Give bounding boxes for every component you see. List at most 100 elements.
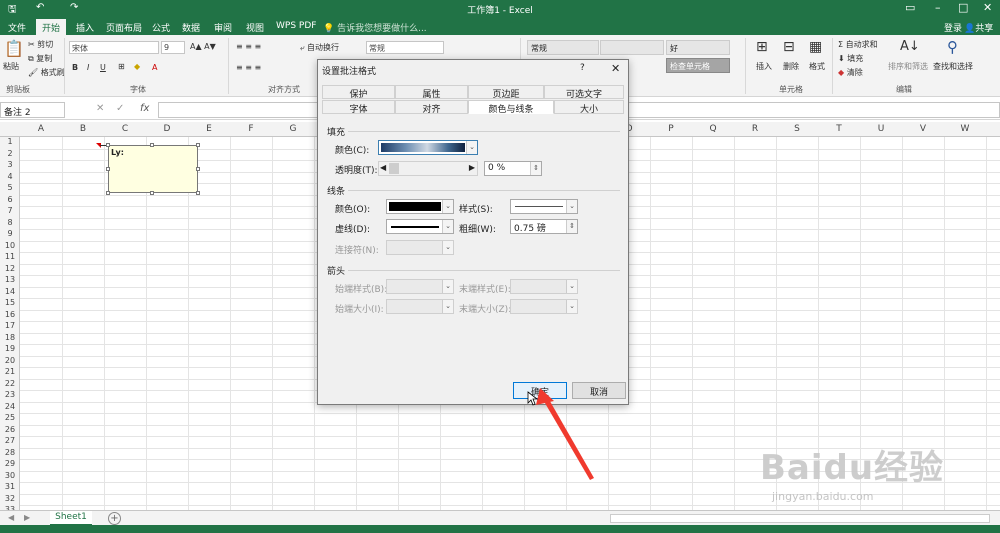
insert-cells-button[interactable]: 插入 (756, 61, 772, 72)
tab-view[interactable]: 视图 (246, 21, 264, 34)
comment-box[interactable]: Ly: (108, 145, 198, 193)
row-header[interactable]: 24 (0, 402, 20, 414)
increase-font-icon[interactable]: A▲ A▼ (190, 42, 216, 51)
find-icon[interactable]: ⚲ (947, 38, 958, 56)
row-header[interactable]: 10 (0, 241, 20, 253)
row-header[interactable]: 8 (0, 218, 20, 230)
tab-formulas[interactable]: 公式 (152, 21, 170, 34)
tab-properties[interactable]: 属性 (395, 85, 468, 100)
row-header[interactable]: 4 (0, 172, 20, 184)
tab-wps-pdf[interactable]: WPS PDF (276, 21, 316, 31)
row-header[interactable]: 31 (0, 482, 20, 494)
tab-alt-text[interactable]: 可选文字 (544, 85, 624, 100)
fill-color-icon[interactable]: ◆ (134, 62, 140, 71)
tell-me-search[interactable]: 💡 告诉我您想要做什么... (323, 21, 427, 34)
cancel-button[interactable]: 取消 (572, 382, 626, 399)
resize-handle[interactable] (196, 143, 200, 147)
tab-file[interactable]: 文件 (8, 21, 26, 34)
column-header[interactable]: Q (692, 124, 734, 134)
cancel-entry-icon[interactable]: ✕ (96, 103, 104, 114)
italic-button[interactable]: I (87, 63, 89, 72)
insert-function-button[interactable]: fx (140, 103, 149, 114)
line-style-select[interactable]: ⌄ (510, 199, 578, 214)
row-header[interactable]: 23 (0, 390, 20, 402)
column-header[interactable]: G (272, 124, 314, 134)
column-header[interactable]: F (230, 124, 272, 134)
help-icon[interactable]: ? (580, 63, 585, 73)
paste-icon[interactable]: 📋 (4, 39, 24, 58)
row-header[interactable]: 12 (0, 264, 20, 276)
column-header[interactable]: P (650, 124, 692, 134)
row-header[interactable]: 21 (0, 367, 20, 379)
row-header[interactable]: 18 (0, 333, 20, 345)
row-header[interactable]: 25 (0, 413, 20, 425)
clear-button[interactable]: ◆ 清除 (838, 67, 863, 78)
login-link[interactable]: 登录 (944, 21, 962, 34)
share-button[interactable]: 👤共享 (964, 21, 993, 34)
spinner-icon[interactable]: ⇕ (530, 162, 541, 175)
cut-button[interactable]: ✂ 剪切 (28, 39, 53, 50)
row-header[interactable]: 29 (0, 459, 20, 471)
format-painter-button[interactable]: 🖌 格式刷 (28, 67, 65, 78)
row-header[interactable]: 17 (0, 321, 20, 333)
style-neutral-swatch[interactable] (600, 40, 664, 55)
resize-handle[interactable] (106, 167, 110, 171)
tab-review[interactable]: 审阅 (214, 21, 232, 34)
row-header[interactable]: 27 (0, 436, 20, 448)
column-header[interactable]: C (104, 124, 146, 134)
maximize-icon[interactable]: □ (958, 1, 968, 14)
bold-button[interactable]: B (72, 63, 78, 72)
font-size-select[interactable]: 9 (161, 41, 185, 54)
row-header[interactable]: 19 (0, 344, 20, 356)
tab-page-layout[interactable]: 页面布局 (106, 21, 142, 34)
column-header[interactable]: D (146, 124, 188, 134)
tab-home[interactable]: 开始 (36, 19, 67, 35)
column-header[interactable]: T (818, 124, 860, 134)
row-header[interactable]: 26 (0, 425, 20, 437)
font-name-select[interactable]: 宋体 (69, 41, 159, 54)
sheet-prev-icon[interactable]: ◀ (8, 513, 14, 522)
number-format-select[interactable]: 常规 (366, 41, 444, 54)
style-normal[interactable]: 常规 (527, 40, 599, 55)
row-header[interactable]: 3 (0, 160, 20, 172)
sort-filter-icon[interactable]: A↓ (900, 39, 920, 54)
transparency-slider[interactable]: ◀ ▶ (378, 161, 478, 176)
fill-color-picker[interactable]: ⌄ (378, 140, 478, 155)
row-header[interactable]: 5 (0, 183, 20, 195)
format-cells-icon[interactable]: ▦ (809, 39, 822, 55)
find-select-button[interactable]: 查找和选择 (933, 61, 973, 72)
ribbon-display-icon[interactable]: ▭ (905, 1, 915, 14)
resize-handle[interactable] (106, 191, 110, 195)
row-header[interactable]: 30 (0, 471, 20, 483)
column-header[interactable]: B (62, 124, 104, 134)
format-cells-button[interactable]: 格式 (809, 61, 825, 72)
font-color-icon[interactable]: A (152, 63, 157, 72)
tab-insert[interactable]: 插入 (76, 21, 94, 34)
column-header[interactable]: V (902, 124, 944, 134)
spinner-icon[interactable]: ⇕ (566, 220, 577, 233)
sort-filter-button[interactable]: 排序和筛选 (888, 61, 928, 72)
line-color-picker[interactable]: ⌄ (386, 199, 454, 214)
tab-margins[interactable]: 页边距 (468, 85, 544, 100)
confirm-entry-icon[interactable]: ✓ (116, 103, 124, 114)
horizontal-scrollbar[interactable] (610, 514, 990, 523)
insert-cells-icon[interactable]: ⊞ (756, 39, 768, 55)
tab-size[interactable]: 大小 (554, 100, 624, 115)
row-header[interactable]: 16 (0, 310, 20, 322)
dashed-select[interactable]: ⌄ (386, 219, 454, 234)
row-header[interactable]: 32 (0, 494, 20, 506)
resize-handle[interactable] (150, 191, 154, 195)
copy-button[interactable]: ⧉ 复制 (28, 53, 52, 64)
minimize-icon[interactable]: – (935, 1, 941, 14)
slider-thumb[interactable] (389, 163, 399, 174)
tab-data[interactable]: 数据 (182, 21, 200, 34)
sheet-tab[interactable]: Sheet1 (50, 511, 92, 526)
column-header[interactable]: S (776, 124, 818, 134)
tab-protection[interactable]: 保护 (322, 85, 395, 100)
row-header[interactable]: 22 (0, 379, 20, 391)
name-box[interactable]: 备注 2 (0, 102, 65, 118)
column-header[interactable]: U (860, 124, 902, 134)
tab-font[interactable]: 字体 (322, 100, 395, 115)
column-header[interactable]: R (734, 124, 776, 134)
tab-alignment[interactable]: 对齐 (395, 100, 468, 115)
